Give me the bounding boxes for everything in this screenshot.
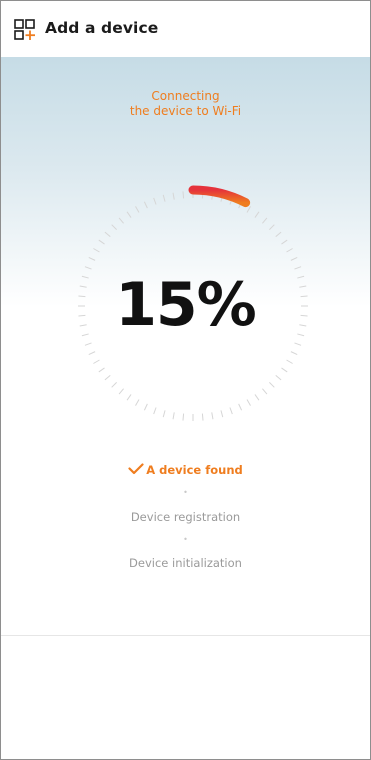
check-icon	[128, 463, 144, 475]
ring-tick	[238, 403, 243, 411]
ring-tick	[294, 342, 302, 346]
progress-percent: 15%	[115, 270, 257, 340]
ring-tick	[111, 382, 117, 388]
ring-tick	[281, 367, 288, 373]
ring-tick	[153, 407, 157, 415]
ring-tick	[153, 197, 157, 205]
step-device-initialization: Device initialization	[129, 556, 242, 570]
ring-tick	[275, 231, 282, 237]
ring-tick	[135, 399, 140, 406]
ring-tick	[118, 217, 124, 224]
ring-tick	[98, 367, 105, 373]
ring-tick	[126, 211, 132, 218]
ring-tick	[290, 256, 298, 261]
ring-tick	[172, 192, 175, 200]
ring-tick	[111, 224, 117, 230]
ring-tick	[84, 342, 92, 346]
ring-tick	[269, 224, 275, 230]
step-device-found: A device found	[1, 463, 370, 477]
ring-tick	[93, 248, 100, 253]
ring-tick	[182, 191, 185, 199]
step-separator-dot: •	[183, 488, 188, 497]
ring-tick	[229, 407, 233, 415]
ring-tick	[254, 211, 260, 218]
ring-tick	[286, 359, 293, 364]
ring-tick	[172, 412, 175, 420]
ring-tick	[201, 413, 204, 421]
ring-tick	[93, 359, 100, 364]
ring-tick	[290, 351, 298, 356]
step-label: A device found	[146, 463, 243, 477]
ring-tick	[118, 388, 124, 395]
ring-tick	[281, 239, 288, 245]
ring-tick	[143, 403, 148, 411]
ring-tick	[104, 231, 111, 237]
ring-tick	[88, 256, 96, 261]
divider	[1, 635, 370, 636]
step-separator-dot: •	[183, 535, 188, 544]
progress-arc	[188, 185, 251, 208]
ring-tick	[182, 413, 185, 421]
ring-tick	[135, 206, 140, 213]
ring-tick	[126, 394, 132, 401]
progress-ring	[78, 185, 308, 421]
ring-tick	[162, 194, 166, 202]
ring-tick	[143, 201, 148, 209]
ring-tick	[286, 248, 293, 253]
ring-tick	[211, 412, 214, 420]
ring-tick	[246, 206, 251, 213]
ring-tick	[98, 239, 105, 245]
ring-tick	[104, 375, 111, 381]
ring-tick	[162, 410, 166, 418]
ring-tick	[246, 399, 251, 406]
ring-tick	[262, 388, 268, 395]
step-device-registration: Device registration	[130, 510, 241, 524]
ring-tick	[275, 375, 282, 381]
ring-tick	[269, 382, 275, 388]
ring-tick	[254, 394, 260, 401]
ring-tick	[220, 410, 224, 418]
ring-tick	[88, 351, 96, 356]
ring-tick	[262, 217, 268, 224]
app-window: Add a device Connecting the device to Wi…	[0, 0, 371, 760]
